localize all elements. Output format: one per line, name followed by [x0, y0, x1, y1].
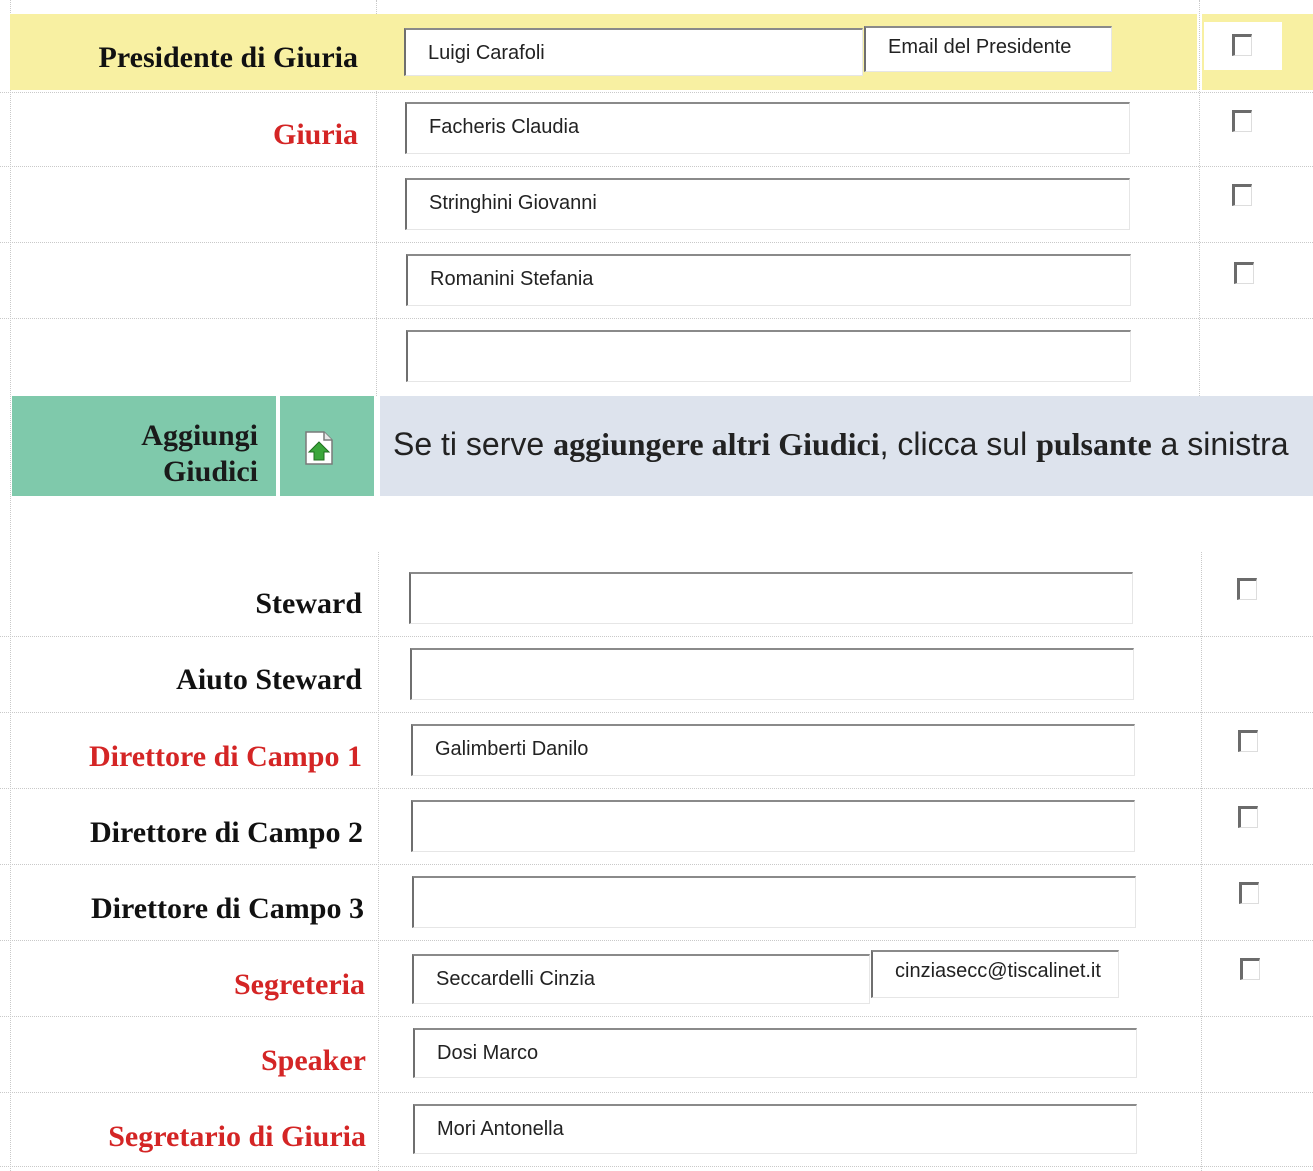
aggiungi-label: Aggiungi Giudici	[110, 418, 258, 490]
segreteria-email-field[interactable]: cinziasecc@tiscalinet.it	[871, 950, 1119, 998]
grid-line	[0, 1016, 1313, 1017]
grid-line	[0, 1166, 1313, 1167]
grid-line	[378, 552, 379, 1171]
info-text-bold: aggiungere altri Giudici	[553, 426, 880, 462]
presidente-email-field[interactable]: Email del Presidente	[864, 26, 1112, 72]
grid-line	[0, 318, 1313, 319]
info-text-part: a sinistra	[1151, 426, 1289, 462]
grid-line	[0, 940, 1313, 941]
aggiungi-label-line2: Giudici	[162, 455, 258, 488]
grid-line	[0, 1092, 1313, 1093]
giuria-member-field[interactable]: Stringhini Giovanni	[405, 178, 1130, 230]
giuria-label: Giuria	[272, 118, 358, 151]
direttore-campo-2-label: Direttore di Campo 2	[89, 816, 363, 849]
segretario-giuria-label: Segretario di Giuria	[108, 1120, 366, 1153]
steward-label: Steward	[255, 587, 362, 620]
presidente-name-field[interactable]: Luigi Carafoli	[404, 28, 863, 76]
giuria-checkbox[interactable]	[1234, 262, 1254, 284]
aggiungi-label-line1: Aggiungi	[141, 419, 258, 452]
grid-line	[0, 636, 1313, 637]
direttore-campo-1-checkbox[interactable]	[1238, 730, 1258, 752]
direttore-campo-3-label: Direttore di Campo 3	[90, 892, 364, 925]
presidente-checkbox[interactable]	[1232, 34, 1252, 56]
direttore-campo-1-label: Direttore di Campo 1	[88, 740, 362, 773]
grid-line	[0, 92, 1313, 93]
speaker-field[interactable]: Dosi Marco	[413, 1028, 1137, 1078]
aiuto-steward-field[interactable]	[410, 648, 1134, 700]
aggiungi-info-text: Se ti serve aggiungere altri Giudici, cl…	[393, 426, 1289, 463]
aiuto-steward-label: Aiuto Steward	[176, 663, 362, 696]
segretario-giuria-field[interactable]: Mori Antonella	[413, 1104, 1137, 1154]
grid-line	[0, 166, 1313, 167]
direttore-campo-2-checkbox[interactable]	[1238, 806, 1258, 828]
grid-line	[0, 242, 1313, 243]
steward-field[interactable]	[409, 572, 1133, 624]
grid-line	[0, 864, 1313, 865]
grid-line	[0, 788, 1313, 789]
segreteria-checkbox[interactable]	[1240, 958, 1260, 980]
segreteria-name-field[interactable]: Seccardelli Cinzia	[412, 954, 870, 1004]
giuria-checkbox[interactable]	[1232, 110, 1252, 132]
giuria-member-field[interactable]: Facheris Claudia	[405, 102, 1130, 154]
info-text-part: , clicca sul	[879, 426, 1037, 462]
presidente-label: Presidente di Giuria	[98, 41, 358, 74]
grid-line	[10, 0, 11, 1171]
segreteria-label: Segreteria	[233, 968, 365, 1001]
direttore-campo-3-field[interactable]	[412, 876, 1136, 928]
steward-checkbox[interactable]	[1237, 578, 1257, 600]
giuria-checkbox[interactable]	[1232, 184, 1252, 206]
direttore-campo-1-field[interactable]: Galimberti Danilo	[411, 724, 1135, 776]
giuria-member-field[interactable]: Romanini Stefania	[406, 254, 1131, 306]
grid-line	[1201, 552, 1202, 1171]
grid-line	[0, 712, 1313, 713]
giuria-member-field[interactable]	[406, 330, 1131, 382]
add-page-icon[interactable]	[303, 430, 335, 466]
direttore-campo-3-checkbox[interactable]	[1239, 882, 1259, 904]
info-text-part: Se ti serve	[393, 426, 554, 462]
direttore-campo-2-field[interactable]	[411, 800, 1135, 852]
info-text-bold: pulsante	[1036, 426, 1152, 462]
speaker-label: Speaker	[261, 1044, 366, 1077]
grid-line	[1199, 0, 1200, 396]
